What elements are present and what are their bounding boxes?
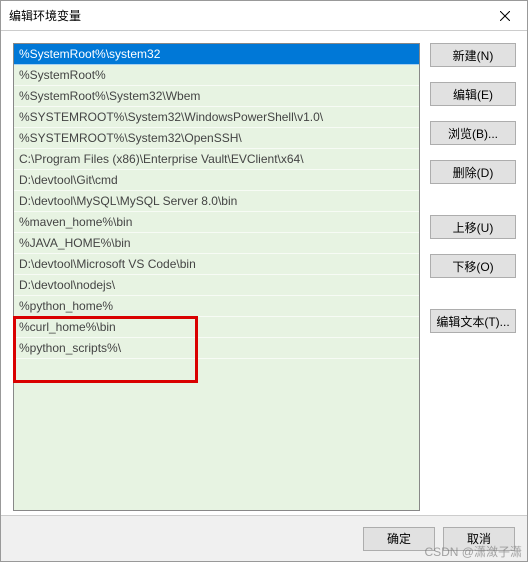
- edit-text-button[interactable]: 编辑文本(T)...: [430, 309, 516, 333]
- list-item[interactable]: %curl_home%\bin: [14, 317, 419, 338]
- list-item[interactable]: D:\devtool\Microsoft VS Code\bin: [14, 254, 419, 275]
- cancel-button[interactable]: 取消: [443, 527, 515, 551]
- new-button[interactable]: 新建(N): [430, 43, 516, 67]
- list-item[interactable]: %maven_home%\bin: [14, 212, 419, 233]
- ok-button[interactable]: 确定: [363, 527, 435, 551]
- list-item[interactable]: D:\devtool\nodejs\: [14, 275, 419, 296]
- footer: 确定 取消: [1, 515, 527, 561]
- list-item[interactable]: %SystemRoot%: [14, 65, 419, 86]
- browse-button[interactable]: 浏览(B)...: [430, 121, 516, 145]
- list-item[interactable]: D:\devtool\MySQL\MySQL Server 8.0\bin: [14, 191, 419, 212]
- list-item[interactable]: %SystemRoot%\System32\Wbem: [14, 86, 419, 107]
- button-column: 新建(N) 编辑(E) 浏览(B)... 删除(D) 上移(U) 下移(O) 编…: [430, 43, 516, 511]
- list-item[interactable]: %SystemRoot%\system32: [14, 44, 419, 65]
- close-button[interactable]: [482, 1, 527, 31]
- list-item[interactable]: D:\devtool\Git\cmd: [14, 170, 419, 191]
- list-item[interactable]: %SYSTEMROOT%\System32\OpenSSH\: [14, 128, 419, 149]
- delete-button[interactable]: 删除(D): [430, 160, 516, 184]
- close-icon: [500, 11, 510, 21]
- edit-button[interactable]: 编辑(E): [430, 82, 516, 106]
- titlebar: 编辑环境变量: [1, 1, 527, 31]
- list-item[interactable]: %SYSTEMROOT%\System32\WindowsPowerShell\…: [14, 107, 419, 128]
- move-down-button[interactable]: 下移(O): [430, 254, 516, 278]
- list-item[interactable]: %JAVA_HOME%\bin: [14, 233, 419, 254]
- list-item[interactable]: %python_scripts%\: [14, 338, 419, 359]
- content-area: %SystemRoot%\system32%SystemRoot%%System…: [1, 31, 527, 515]
- list-item[interactable]: %python_home%: [14, 296, 419, 317]
- window-title: 编辑环境变量: [9, 7, 81, 24]
- move-up-button[interactable]: 上移(U): [430, 215, 516, 239]
- list-item[interactable]: C:\Program Files (x86)\Enterprise Vault\…: [14, 149, 419, 170]
- dialog-window: 编辑环境变量 %SystemRoot%\system32%SystemRoot%…: [0, 0, 528, 562]
- path-listbox[interactable]: %SystemRoot%\system32%SystemRoot%%System…: [13, 43, 420, 511]
